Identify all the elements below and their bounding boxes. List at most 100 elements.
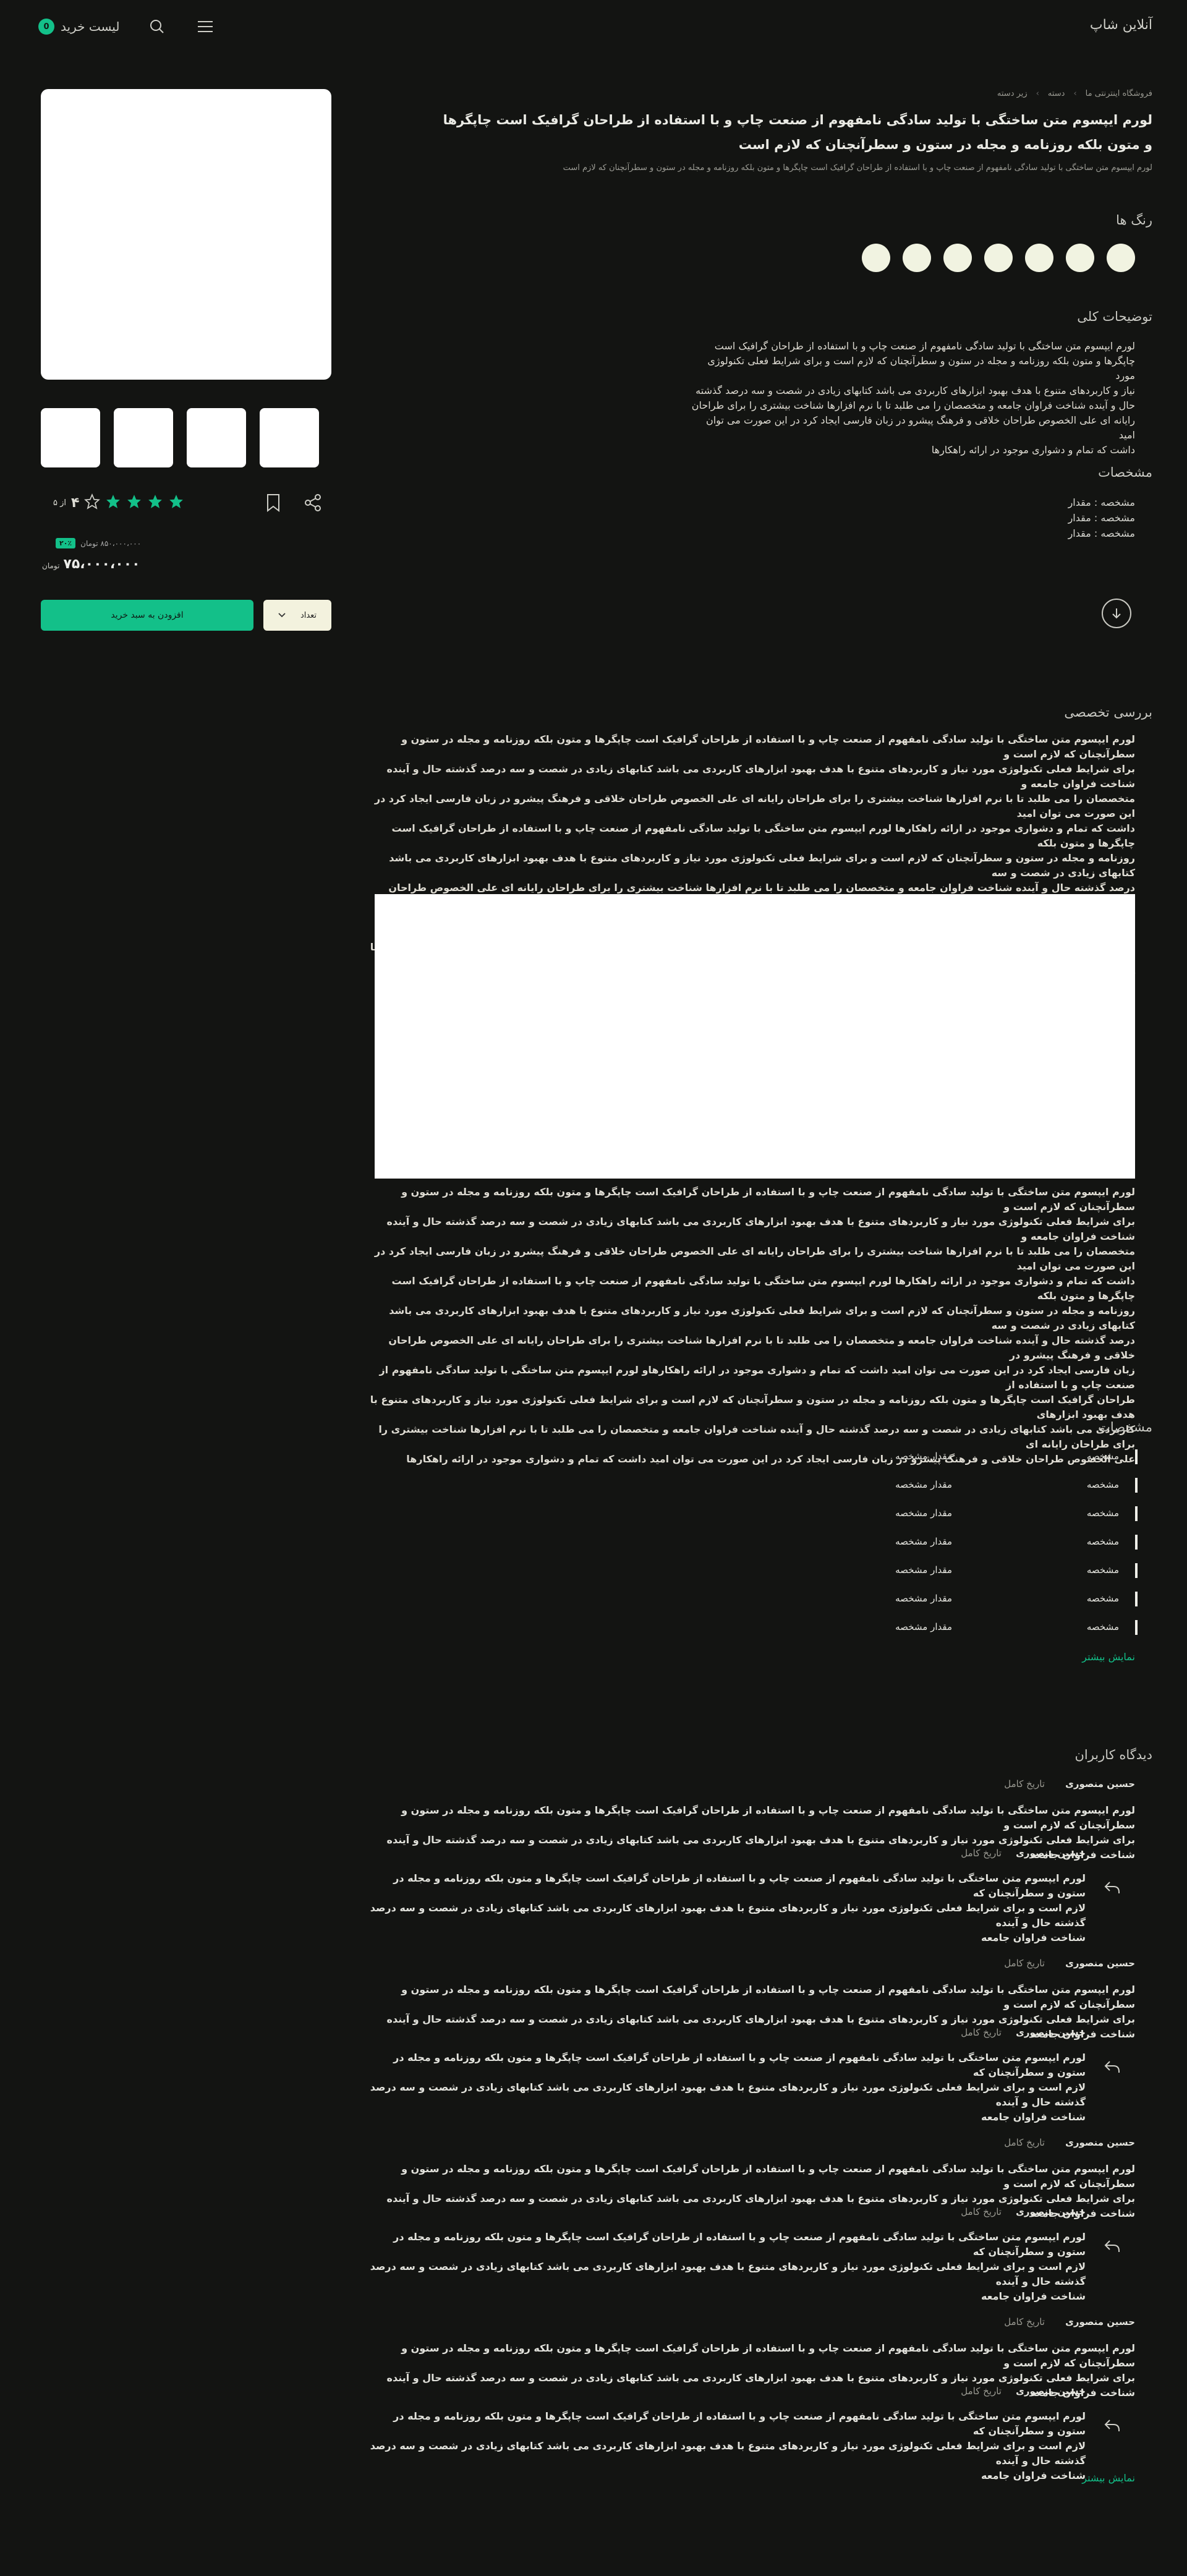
comment-date: تاریخ کامل: [1004, 2137, 1045, 2148]
text-line: رایانه ای علی الخصوص طراحان خلاقی و فرهن…: [705, 414, 1135, 441]
breadcrumb-separator: ›: [1036, 89, 1039, 98]
star-filled-icon: [168, 493, 184, 513]
color-swatch[interactable]: [1107, 244, 1135, 272]
reply-author: حسین منصوری: [1016, 2386, 1086, 2397]
header-actions: 0 لیست خرید: [38, 16, 216, 37]
discount-badge: ۲۰٪: [56, 538, 76, 548]
text-line: لورم ایپسوم متن ساختگی با تولید سادگی نا…: [401, 2342, 1135, 2369]
reply-text: لورم ایپسوم متن ساختگی با تولید سادگی نا…: [368, 2230, 1086, 2304]
spec-row-marker: [1135, 1563, 1138, 1578]
reply-date: تاریخ کامل: [961, 2386, 1002, 2397]
spec-row-marker: [1135, 1592, 1138, 1606]
thumbnail[interactable]: [114, 408, 173, 467]
spec-row: مشخصه مقدار مشخصه: [890, 1504, 1138, 1532]
quantity-selector[interactable]: تعداد: [263, 600, 331, 631]
comments-title: دیدگاه کاربران: [1074, 1747, 1152, 1762]
quantity-label: تعداد: [300, 610, 317, 620]
text-line: لورم ایپسوم متن ساختگی با تولید سادگی نا…: [714, 340, 1135, 352]
reply-text: لورم ایپسوم متن ساختگی با تولید سادگی نا…: [368, 1871, 1086, 1945]
cart-button[interactable]: 0 لیست خرید: [38, 19, 119, 35]
reply-date: تاریخ کامل: [961, 1848, 1002, 1859]
color-swatch[interactable]: [1025, 244, 1053, 272]
spec-row: مشخصه مقدار مشخصه: [890, 1589, 1138, 1618]
comment-date: تاریخ کامل: [1004, 2316, 1045, 2327]
spec-row: مشخصه مقدار مشخصه: [890, 1561, 1138, 1589]
spec-row-marker: [1135, 1478, 1138, 1493]
text-line: شناخت فراوان جامعه: [981, 2470, 1086, 2481]
review-image: [375, 894, 1135, 1179]
text-line: لورم ایپسوم متن ساختگی با تولید سادگی نا…: [401, 1186, 1135, 1213]
site-header: آنلاین شاپ 0 لیست خرید: [0, 0, 1187, 54]
review-paragraph: لورم ایپسوم متن ساختگی با تولید سادگی نا…: [368, 1185, 1135, 1467]
star-filled-icon: [147, 493, 163, 513]
color-swatch[interactable]: [984, 244, 1013, 272]
spec-value: مقدار مشخصه: [895, 1593, 952, 1604]
share-icon[interactable]: [304, 493, 321, 514]
specs-show-more-link[interactable]: نمایش بیشتر: [1082, 1651, 1135, 1663]
bookmark-icon[interactable]: [266, 493, 281, 514]
comments-show-more-link[interactable]: نمایش بیشتر: [1082, 2472, 1135, 2484]
breadcrumb-item[interactable]: فروشگاه اینترنتی ما: [1086, 89, 1152, 98]
reply-icon[interactable]: [1102, 2236, 1123, 2257]
reply-date: تاریخ کامل: [961, 2206, 1002, 2217]
text-line: برای شرایط فعلی تکنولوژی مورد نیاز و کار…: [386, 1216, 1136, 1242]
review-title: بررسی تخصصی: [1064, 705, 1152, 720]
menu-icon[interactable]: [195, 16, 216, 37]
reply-icon[interactable]: [1102, 2415, 1123, 2436]
breadcrumb-item[interactable]: دسته: [1048, 89, 1065, 98]
price-value: ۷۵،۰۰۰،۰۰۰: [63, 557, 140, 572]
thumbnail[interactable]: [41, 408, 100, 467]
color-swatch[interactable]: [862, 244, 890, 272]
product-main-image[interactable]: [41, 89, 331, 380]
text-line: شناخت فراوان جامعه: [981, 2111, 1086, 2123]
reply-author: حسین منصوری: [1016, 2027, 1086, 2038]
text-line: متخصصان را می طلبد تا با نرم افزارها شنا…: [374, 793, 1135, 819]
specs-title: مشخصات: [1098, 1420, 1152, 1435]
comment-author: حسین منصوری: [1065, 1778, 1135, 1789]
comment-author: حسین منصوری: [1065, 1958, 1135, 1969]
breadcrumb-item[interactable]: زیر دسته: [997, 89, 1027, 98]
add-to-cart-button[interactable]: افزودن به سبد خرید: [41, 600, 253, 631]
spec-row-marker: [1135, 1620, 1138, 1635]
spec-key: مشخصه: [1086, 1536, 1119, 1547]
thumbnail[interactable]: [187, 408, 246, 467]
comment-date: تاریخ کامل: [1004, 1958, 1045, 1969]
spec-value: مقدار مشخصه: [895, 1564, 952, 1576]
reply-text: لورم ایپسوم متن ساختگی با تولید سادگی نا…: [368, 2409, 1086, 2483]
text-line: روزنامه و مجله در ستون و سطرآنچنان که لا…: [389, 852, 1135, 879]
spec-key: مشخصه: [1086, 1508, 1119, 1519]
reply-icon[interactable]: [1102, 1877, 1123, 1898]
text-line: چاپگرها و متون بلکه روزنامه و مجله در ست…: [707, 355, 1135, 382]
description-title: توضیحات کلی: [1077, 309, 1152, 324]
text-line: متخصصان را می طلبد تا با نرم افزارها شنا…: [374, 1245, 1135, 1272]
spec-row: مشخصه مقدار مشخصه: [890, 1475, 1138, 1504]
specs-mini-title: مشخصات: [1098, 465, 1152, 480]
thumbnail[interactable]: [260, 408, 319, 467]
spec-row-marker: [1135, 1506, 1138, 1521]
spec-mini-item: مشخصه : مقدار: [1068, 497, 1135, 508]
text-line: حال و آینده شناخت فراوان جامعه و متخصصان…: [691, 399, 1135, 411]
text-line: لازم است و برای شرایط فعلی تکنولوژی مورد…: [370, 1902, 1086, 1929]
spec-value: مقدار مشخصه: [895, 1536, 952, 1547]
comment-author: حسین منصوری: [1065, 2316, 1135, 2327]
text-line: داشت که تمام و دشواری موجود در ارائه راه…: [931, 444, 1135, 456]
color-swatch[interactable]: [1066, 244, 1094, 272]
scroll-down-button[interactable]: [1102, 599, 1131, 628]
text-line: لازم است و برای شرایط فعلی تکنولوژی مورد…: [370, 2261, 1086, 2287]
text-line: درصد گذشته حال و آینده شناخت فراوان جامع…: [388, 1334, 1135, 1361]
comment-author: حسین منصوری: [1065, 2137, 1135, 2148]
color-swatch[interactable]: [943, 244, 972, 272]
price: تومان ۷۵،۰۰۰،۰۰۰: [42, 557, 140, 572]
breadcrumb-separator: ›: [1073, 89, 1077, 98]
search-icon[interactable]: [147, 16, 168, 37]
reply-icon[interactable]: [1102, 2057, 1123, 2078]
brand-logo[interactable]: آنلاین شاپ: [1090, 17, 1152, 33]
color-swatch[interactable]: [903, 244, 931, 272]
colors-title: رنگ ها: [1116, 213, 1152, 228]
rating-value: ۴: [71, 495, 80, 511]
text-line: لورم ایپسوم متن ساختگی با تولید سادگی نا…: [401, 1804, 1135, 1831]
text-line: روزنامه و مجله در ستون و سطرآنچنان که لا…: [389, 1305, 1135, 1331]
spec-value: مقدار مشخصه: [895, 1621, 952, 1632]
text-line: زبان فارسی ایجاد کرد در این صورت می توان…: [379, 1364, 1135, 1391]
text-line: داشت که تمام و دشواری موجود در ارائه راه…: [391, 822, 1135, 849]
